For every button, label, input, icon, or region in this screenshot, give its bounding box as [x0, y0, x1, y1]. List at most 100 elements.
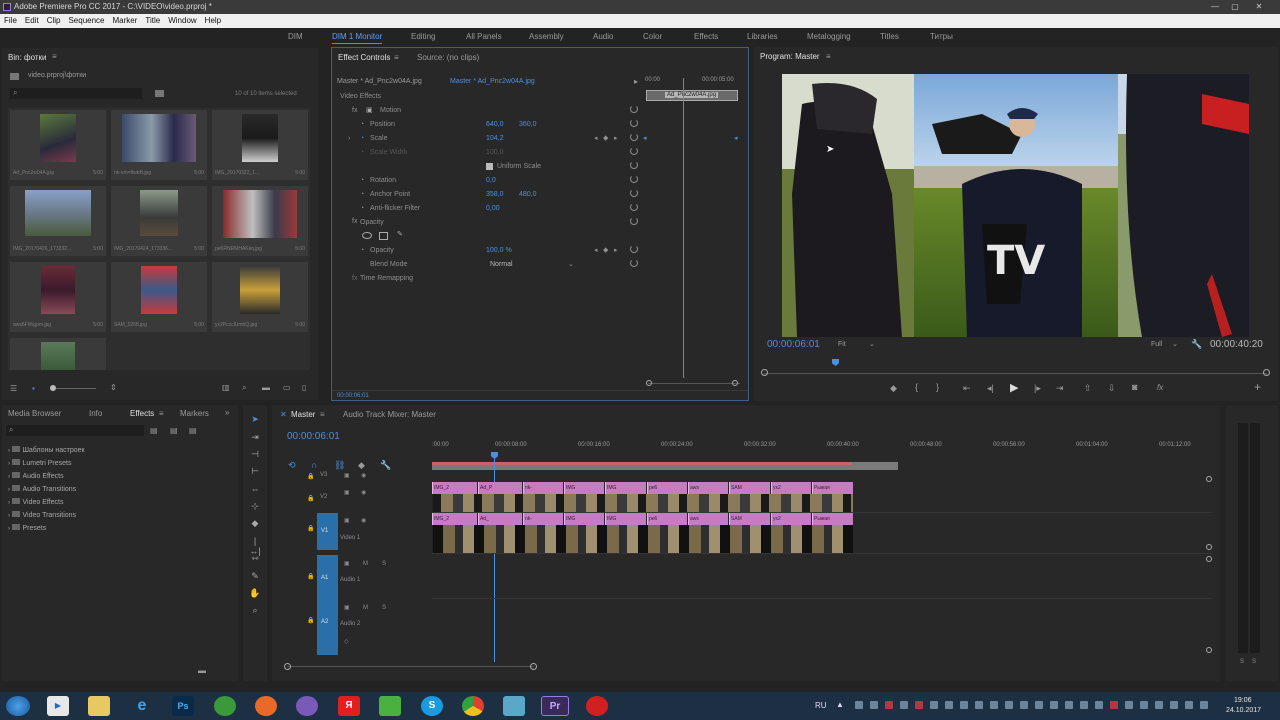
windows-start-icon[interactable] [6, 696, 30, 716]
ec-timecode[interactable]: 00:00:06:01 [337, 393, 369, 399]
clip-label-v3[interactable]: aws [688, 482, 728, 494]
clip-label[interactable]: Master * Ad_Pnc2w04A.jpg [450, 78, 535, 85]
selection-tool-icon[interactable]: ➤ [249, 414, 261, 424]
razor-tool-icon[interactable]: ◆ [249, 518, 261, 528]
reset-icon[interactable] [630, 133, 638, 141]
tab-media-browser[interactable]: Media Browser [8, 409, 61, 418]
tray-icon[interactable] [1110, 701, 1118, 709]
menu-sequence[interactable]: Sequence [64, 14, 108, 28]
chevron-down-icon[interactable]: ⌄ [869, 340, 875, 348]
track-v2-label[interactable]: V2 [320, 494, 327, 500]
wrench-icon[interactable]: 🔧 [1191, 339, 1202, 350]
tab-effects[interactable]: Effects [130, 409, 154, 418]
program-monitor-tab[interactable]: Program: Master [760, 52, 820, 61]
timeline-zoom-scrollbar[interactable] [287, 666, 534, 667]
clip-label-v1[interactable]: Ad_ [478, 513, 522, 525]
tray-icon[interactable] [1095, 701, 1103, 709]
go-to-out-icon[interactable]: ⇥ [1056, 383, 1064, 394]
bin-item[interactable]: IMG_20170424_173336... 5:00 [111, 186, 207, 256]
scale-value[interactable]: 104,2 [486, 135, 504, 142]
audio-mixer-tab[interactable]: Audio Track Mixer: Master [343, 410, 436, 419]
maximize-button[interactable]: ▢ [1228, 1, 1242, 12]
anchor-x-value[interactable]: 358,0 [486, 191, 504, 198]
icon-view-icon[interactable]: ▪ [32, 384, 35, 393]
reset-icon[interactable] [630, 245, 638, 253]
chevron-down-icon[interactable]: ⌄ [1172, 340, 1178, 348]
timeline-zoom-right[interactable] [530, 663, 537, 670]
toggle-output-icon[interactable]: ▣ [344, 604, 350, 611]
fx-toggle-icon[interactable]: fx [1157, 383, 1163, 392]
tray-icon[interactable] [1050, 701, 1058, 709]
reset-icon[interactable] [630, 105, 638, 113]
stopwatch-active-icon[interactable]: ◔ [360, 135, 364, 142]
rectangle-mask-icon[interactable] [379, 232, 388, 240]
scrub-end-handle[interactable] [1263, 369, 1270, 376]
tray-icon[interactable] [930, 701, 938, 709]
workspace-metalogging[interactable]: Metalogging [807, 32, 851, 41]
workspace-editing[interactable]: Editing [411, 32, 435, 41]
lock-icon[interactable]: 🔒 [307, 495, 314, 502]
track-v1-target[interactable]: V1 [317, 513, 338, 550]
menu-marker[interactable]: Marker [109, 14, 142, 28]
reset-icon[interactable] [630, 189, 638, 197]
minimize-button[interactable]: — [1208, 1, 1222, 12]
workspace-dim[interactable]: DIM [288, 32, 303, 41]
tray-icon[interactable] [870, 701, 878, 709]
bin-item[interactable]: IMG_20170426_173332... 5:00 [10, 186, 106, 256]
chrome-icon[interactable] [462, 696, 484, 716]
zoom-slider[interactable] [50, 388, 96, 389]
rolling-edit-tool-icon[interactable]: ⊢ [249, 466, 261, 476]
clip-label-v1[interactable]: SAM [729, 513, 770, 525]
keyframe-icon[interactable]: ◂ [734, 134, 738, 142]
reset-icon[interactable] [630, 161, 638, 169]
lock-icon[interactable]: 🔒 [307, 573, 314, 580]
next-keyframe-icon[interactable]: ▸ [614, 246, 618, 254]
new-item-icon[interactable]: ▭ [283, 383, 291, 392]
add-keyframe-icon[interactable]: ◆ [603, 134, 608, 142]
bin-item[interactable]: pe6RNRMHAKkq.jpg 5:00 [212, 186, 308, 256]
clock-time[interactable]: 19:06 [1234, 697, 1252, 704]
workspace-assembly[interactable]: Assembly [529, 32, 564, 41]
tray-icon[interactable] [1065, 701, 1073, 709]
track-v3-label[interactable]: V3 [320, 472, 327, 478]
record-icon[interactable] [586, 696, 608, 716]
timeline-menu-icon[interactable]: ≡ [320, 410, 325, 419]
tray-icon[interactable] [1005, 701, 1013, 709]
slide-edit-tool-icon[interactable]: ⇿ [249, 553, 261, 563]
scrub-start-handle[interactable] [761, 369, 768, 376]
media-player-icon[interactable]: ▶ [47, 696, 69, 716]
export-frame-icon[interactable]: ◙ [1132, 382, 1137, 392]
solo-button[interactable]: S [382, 605, 386, 611]
clip-label-v1[interactable]: yx2 [771, 513, 811, 525]
go-to-in-icon[interactable]: ⇤ [963, 383, 971, 394]
stopwatch-icon[interactable]: ◔ [360, 247, 364, 254]
reset-icon[interactable] [630, 175, 638, 183]
close-sequence-icon[interactable]: ✕ [280, 410, 287, 419]
timeline-playhead-handle[interactable] [491, 452, 498, 459]
source-tab[interactable]: Source: (no clips) [417, 53, 479, 62]
program-video-frame[interactable]: TV ➤ [782, 74, 1249, 337]
program-timecode[interactable]: 00:00:06:01 [767, 339, 820, 350]
clear-icon[interactable]: ▯ [302, 383, 306, 392]
bin-item[interactable]: IMG_20170322_1... 5:00 [212, 110, 308, 180]
step-back-icon[interactable]: ◂| [987, 383, 994, 394]
rate-stretch-tool-icon[interactable]: ⇔ [249, 484, 261, 494]
fit-dropdown[interactable]: Fit [838, 341, 846, 348]
toggle-output-icon[interactable]: ▣ [344, 560, 350, 567]
expand-arrow-icon[interactable]: ▸ [634, 77, 638, 86]
zoom-slider-handle[interactable] [50, 385, 56, 391]
find-icon[interactable]: ⌕ [242, 383, 246, 393]
ec-clip-bar[interactable]: Ad_Pnc2w04A.jpg [646, 90, 738, 101]
timeline-timecode[interactable]: 00:00:06:01 [287, 431, 340, 442]
toggle-output-icon[interactable]: ▣ [344, 472, 350, 479]
slip-tool-icon[interactable]: |↔| [249, 536, 261, 556]
track-select-tool-icon[interactable]: ⇥ [249, 432, 261, 442]
photoshop-icon[interactable]: Ps [172, 696, 194, 716]
pen-tool-icon[interactable]: ✎ [249, 571, 261, 581]
clip-label-v3[interactable]: IMG_2 [432, 482, 477, 494]
anti-flicker-value[interactable]: 0,00 [486, 205, 500, 212]
sort-icon[interactable]: ⇕ [110, 383, 117, 392]
tray-icon[interactable] [1080, 701, 1088, 709]
play-icon[interactable]: ▶ [1010, 381, 1018, 394]
internet-explorer-icon[interactable]: e [131, 696, 153, 716]
